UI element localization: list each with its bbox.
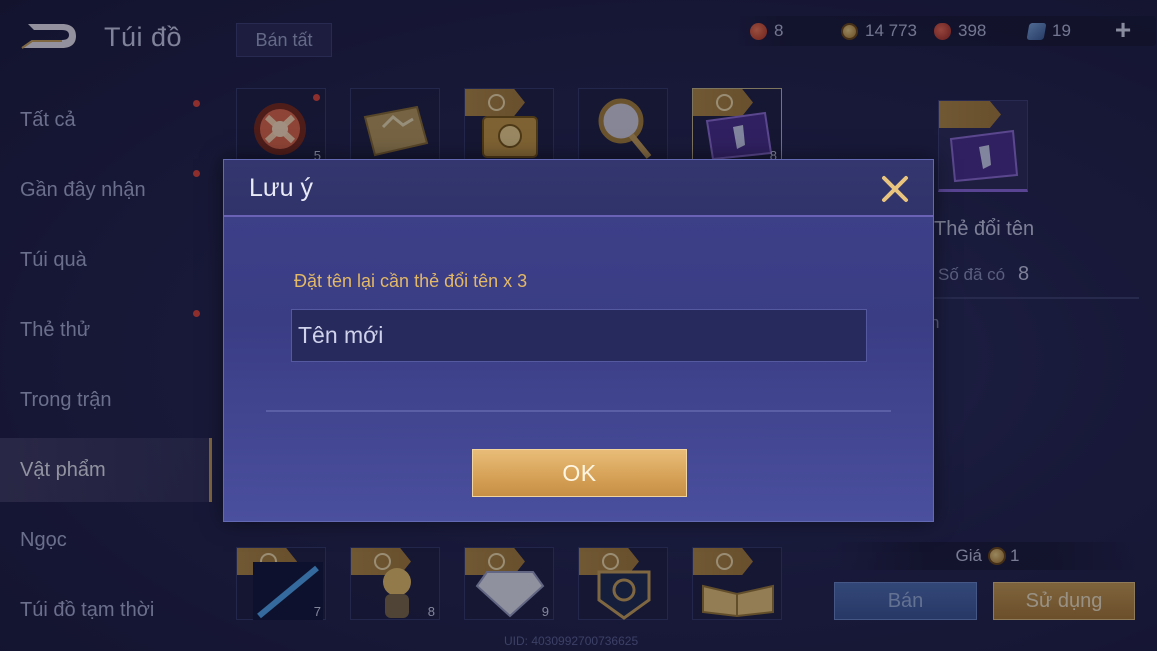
- close-button[interactable]: [878, 172, 912, 206]
- dialog-message: Đặt tên lại cần thẻ đổi tên x 3: [294, 271, 528, 291]
- dialog-header: Lưu ý: [224, 160, 933, 217]
- rename-dialog: Lưu ý Đặt tên lại cần thẻ đổi tên x 3 OK: [223, 159, 934, 522]
- close-icon: [882, 176, 908, 202]
- dialog-title: Lưu ý: [249, 174, 313, 202]
- ok-button[interactable]: OK: [472, 449, 687, 497]
- inventory-screen: Túi đồ Bán tất 8 14 773 398 19 + Tất cả …: [0, 0, 1157, 651]
- new-name-input[interactable]: [291, 309, 867, 362]
- dialog-divider: [266, 410, 891, 412]
